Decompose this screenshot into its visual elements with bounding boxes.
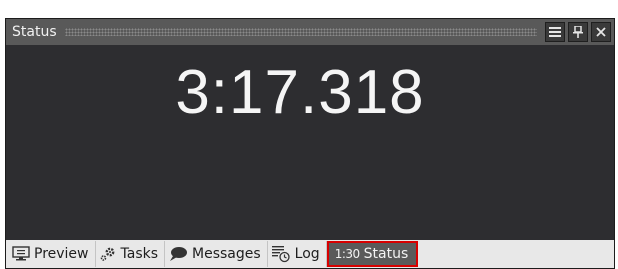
status-panel: Status 3:17.318 Preview Tasks Messages L… [5, 18, 615, 269]
tab-tasks-label: Tasks [120, 246, 159, 262]
speech-bubble-icon [168, 246, 188, 262]
panel-titlebar[interactable]: Status [6, 19, 614, 45]
status-content: 3:17.318 [6, 45, 614, 240]
tab-preview[interactable]: Preview [9, 241, 96, 267]
tab-log[interactable]: Log [268, 241, 327, 267]
bottom-tab-bar: Preview Tasks Messages Log 1:30 Status [6, 240, 614, 268]
menu-icon [549, 27, 561, 37]
tab-preview-label: Preview [34, 246, 89, 262]
elapsed-time-display: 3:17.318 [175, 58, 425, 127]
tab-messages[interactable]: Messages [165, 241, 268, 267]
pin-button[interactable] [568, 22, 588, 42]
menu-button[interactable] [545, 22, 565, 42]
gears-icon [99, 246, 117, 262]
tab-log-label: Log [294, 246, 320, 262]
tab-status[interactable]: 1:30 Status [326, 241, 419, 267]
close-button[interactable] [591, 22, 611, 42]
tab-status-label: Status [363, 246, 409, 262]
panel-title: Status [12, 24, 57, 40]
close-icon [596, 27, 606, 37]
drag-grip[interactable] [64, 28, 537, 36]
monitor-icon [12, 246, 30, 262]
log-clock-icon [271, 245, 291, 263]
pin-icon [573, 26, 583, 38]
tab-tasks[interactable]: Tasks [96, 241, 166, 267]
tab-messages-label: Messages [192, 246, 261, 262]
status-time-icon: 1:30 [334, 247, 360, 261]
